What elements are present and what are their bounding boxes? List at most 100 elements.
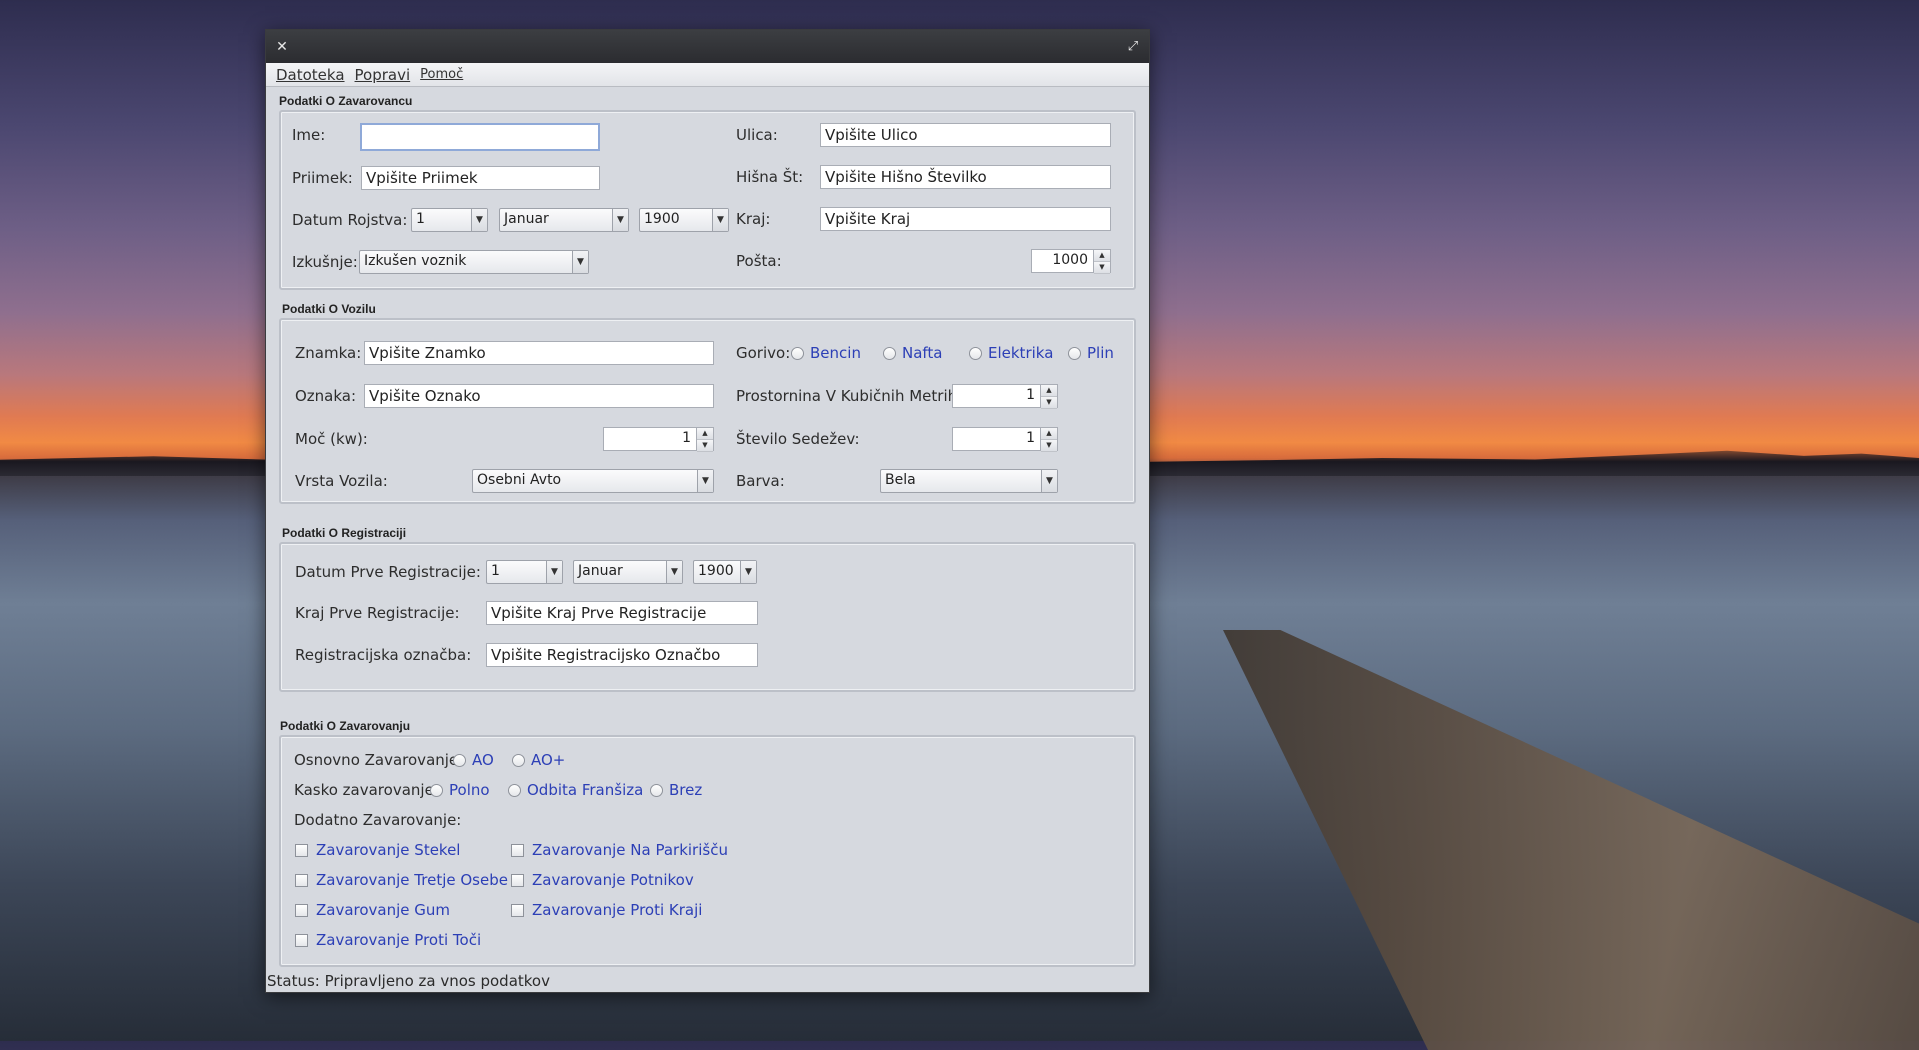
prostornina-spinner[interactable]: 1 ▲ ▼ xyxy=(952,384,1058,409)
chevron-down-icon: ▼ xyxy=(572,251,588,273)
kasko-fransiza-radio[interactable]: Odbita Franšiza xyxy=(508,781,643,799)
spinner-up-icon[interactable]: ▲ xyxy=(1094,250,1110,262)
barva-select[interactable]: Bela ▼ xyxy=(880,469,1058,493)
registracija-leto-select[interactable]: 1900 ▼ xyxy=(693,560,757,584)
kasko-brez-radio[interactable]: Brez xyxy=(650,781,702,799)
maximize-icon[interactable]: ⤢ xyxy=(1123,37,1143,57)
chevron-down-icon: ▼ xyxy=(697,470,713,492)
registracija-mesec-select[interactable]: Januar ▼ xyxy=(573,560,683,584)
radio-icon xyxy=(883,346,896,360)
check-parkirisce-label: Zavarovanje Na Parkirišču xyxy=(532,841,728,859)
spinner-up-icon[interactable]: ▲ xyxy=(1041,428,1057,440)
kraj-registracije-label: Kraj Prve Registracije: xyxy=(295,604,460,622)
osnovno-aoplus-radio[interactable]: AO+ xyxy=(512,751,565,769)
status-bar: Status: Pripravljeno za vnos podatkov xyxy=(267,972,550,990)
sedezi-value: 1 xyxy=(1026,430,1035,446)
datum-rojstva-label: Datum Rojstva: xyxy=(292,211,408,229)
gorivo-elektrika-label: Elektrika xyxy=(988,344,1054,362)
izkusnje-label: Izkušnje: xyxy=(292,253,358,271)
checkbox-icon xyxy=(511,873,524,887)
gorivo-plin-radio[interactable]: Plin xyxy=(1068,344,1114,362)
oznacba-input[interactable]: Vpišite Registracijsko Označbo xyxy=(486,643,758,667)
registracija-leto-value: 1900 xyxy=(698,563,734,579)
rojstvo-leto-select[interactable]: 1900 ▼ xyxy=(639,208,729,232)
prostornina-label: Prostornina V Kubičnih Metrih: xyxy=(736,387,963,405)
osnovno-aoplus-label: AO+ xyxy=(531,751,566,769)
check-stekel[interactable]: Zavarovanje Stekel xyxy=(295,841,460,859)
radio-icon xyxy=(650,783,663,797)
oznaka-input[interactable]: Vpišite Oznako xyxy=(364,384,714,408)
gorivo-bencin-radio[interactable]: Bencin xyxy=(791,344,861,362)
checkbox-icon xyxy=(295,843,308,857)
izkusnje-select[interactable]: Izkušen voznik ▼ xyxy=(359,250,589,274)
rojstvo-mesec-select[interactable]: Januar ▼ xyxy=(499,208,629,232)
check-tretje-osebe[interactable]: Zavarovanje Tretje Osebe xyxy=(295,871,508,889)
spinner-up-icon[interactable]: ▲ xyxy=(697,428,713,440)
check-toci[interactable]: Zavarovanje Proti Toči xyxy=(295,931,481,949)
vrsta-select[interactable]: Osebni Avto ▼ xyxy=(472,469,714,493)
chevron-down-icon: ▼ xyxy=(1041,470,1057,492)
spinner-down-icon[interactable]: ▼ xyxy=(697,440,713,452)
check-kraji[interactable]: Zavarovanje Proti Kraji xyxy=(511,901,702,919)
posta-value: 1000 xyxy=(1052,252,1088,268)
close-icon[interactable]: ✕ xyxy=(272,37,292,57)
hisna-input[interactable]: Vpišite Hišno Številko xyxy=(820,165,1111,189)
check-tretje-osebe-label: Zavarovanje Tretje Osebe xyxy=(316,871,508,889)
radio-icon xyxy=(1068,346,1081,360)
prostornina-value: 1 xyxy=(1026,387,1035,403)
dodatno-label: Dodatno Zavarovanje: xyxy=(294,811,462,829)
rojstvo-mesec-value: Januar xyxy=(504,211,549,227)
spinner-up-icon[interactable]: ▲ xyxy=(1041,385,1057,397)
registracija-mesec-value: Januar xyxy=(578,563,623,579)
barva-label: Barva: xyxy=(736,472,785,490)
posta-spinner[interactable]: 1000 ▲ ▼ xyxy=(1031,249,1111,274)
menu-popravi[interactable]: Popravi xyxy=(355,66,411,84)
menu-datoteka[interactable]: Datoteka xyxy=(276,66,345,84)
menu-bar: Datoteka Popravi Pomoč xyxy=(266,63,1149,87)
kasko-polno-radio[interactable]: Polno xyxy=(430,781,490,799)
osnovno-ao-radio[interactable]: AO xyxy=(453,751,494,769)
moc-label: Moč (kw): xyxy=(295,430,368,448)
hisna-label: Hišna Št: xyxy=(736,168,804,186)
rojstvo-leto-value: 1900 xyxy=(644,211,680,227)
vrsta-label: Vrsta Vozila: xyxy=(295,472,388,490)
checkbox-icon xyxy=(295,903,308,917)
check-potnikov[interactable]: Zavarovanje Potnikov xyxy=(511,871,694,889)
oznaka-label: Oznaka: xyxy=(295,387,357,405)
kraj-label: Kraj: xyxy=(736,210,771,228)
menu-pomoc[interactable]: Pomoč xyxy=(420,67,463,82)
spinner-down-icon[interactable]: ▼ xyxy=(1041,440,1057,452)
znamka-label: Znamka: xyxy=(295,344,362,362)
kasko-fransiza-label: Odbita Franšiza xyxy=(527,781,644,799)
barva-value: Bela xyxy=(885,472,916,488)
chevron-down-icon: ▼ xyxy=(712,209,728,231)
spinner-down-icon[interactable]: ▼ xyxy=(1094,262,1110,274)
registracija-dan-select[interactable]: 1 ▼ xyxy=(486,560,563,584)
gorivo-elektrika-radio[interactable]: Elektrika xyxy=(969,344,1053,362)
osnovno-ao-label: AO xyxy=(472,751,494,769)
kraj-registracije-input[interactable]: Vpišite Kraj Prve Registracije xyxy=(486,601,758,625)
chevron-down-icon: ▼ xyxy=(740,561,756,583)
sedezi-spinner[interactable]: 1 ▲ ▼ xyxy=(952,427,1058,452)
kraj-input[interactable]: Vpišite Kraj xyxy=(820,207,1111,231)
izkusnje-value: Izkušen voznik xyxy=(364,253,467,269)
ime-input[interactable] xyxy=(360,123,600,151)
datum-registracije-label: Datum Prve Registracije: xyxy=(295,563,481,581)
gorivo-nafta-label: Nafta xyxy=(902,344,943,362)
gorivo-nafta-radio[interactable]: Nafta xyxy=(883,344,943,362)
check-gum[interactable]: Zavarovanje Gum xyxy=(295,901,450,919)
section-registracija-title: Podatki O Registraciji xyxy=(282,526,407,540)
ulica-input[interactable]: Vpišite Ulico xyxy=(820,123,1111,147)
znamka-input[interactable]: Vpišite Znamko xyxy=(364,341,714,365)
chevron-down-icon: ▼ xyxy=(666,561,682,583)
priimek-input[interactable]: Vpišite Priimek xyxy=(361,166,600,190)
gorivo-plin-label: Plin xyxy=(1087,344,1114,362)
section-vozilo-title: Podatki O Vozilu xyxy=(282,302,376,316)
priimek-label: Priimek: xyxy=(292,169,353,187)
check-parkirisce[interactable]: Zavarovanje Na Parkirišču xyxy=(511,841,728,859)
moc-spinner[interactable]: 1 ▲ ▼ xyxy=(603,427,714,452)
kasko-label: Kasko zavarovanje: xyxy=(294,781,439,799)
rojstvo-dan-select[interactable]: 1 ▼ xyxy=(411,208,488,232)
spinner-down-icon[interactable]: ▼ xyxy=(1041,397,1057,409)
radio-icon xyxy=(453,753,466,767)
